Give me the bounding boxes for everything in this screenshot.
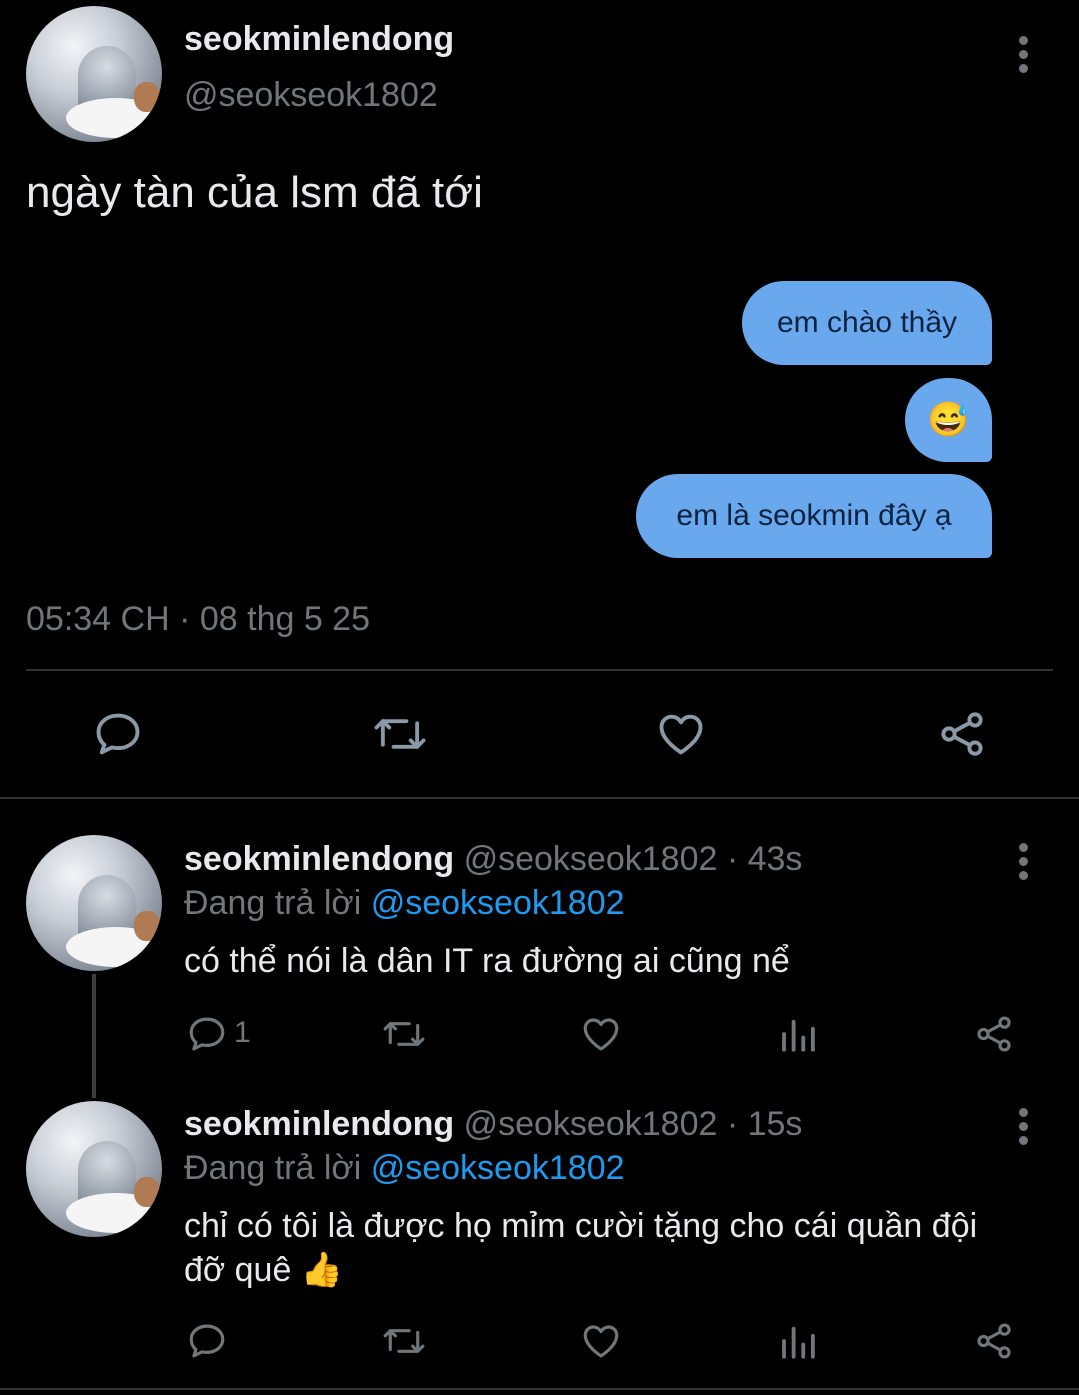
tweet-text: ngày tàn của lsm đã tới	[26, 168, 483, 217]
retweet-icon[interactable]	[370, 708, 430, 760]
reply-text-line: chỉ có tôi là được họ mỉm cười tặng cho …	[184, 1207, 978, 1245]
reply-icon[interactable]	[186, 1320, 228, 1362]
reply-count: 1	[234, 1016, 251, 1049]
replying-to-link[interactable]: @seokseok1802	[371, 884, 625, 922]
more-icon[interactable]	[1019, 843, 1029, 885]
share-icon[interactable]	[936, 708, 988, 760]
chat-bubble: em chào thầy	[742, 281, 992, 365]
retweet-icon[interactable]	[380, 1320, 428, 1362]
replying-to: Đang trả lời @seokseok1802	[184, 1149, 625, 1188]
retweet-icon[interactable]	[380, 1013, 428, 1055]
divider	[26, 669, 1053, 671]
reply-header: seokminlendong @seokseok1802 · 43s	[184, 840, 802, 879]
like-icon[interactable]	[654, 708, 708, 760]
chat-bubble-emoji: 😅	[905, 378, 992, 462]
reply-text-line: đỡ quê 👍	[184, 1251, 344, 1289]
reply-icon[interactable]	[92, 708, 144, 760]
replying-to-link[interactable]: @seokseok1802	[371, 1149, 625, 1187]
views-icon[interactable]	[777, 1320, 819, 1362]
divider	[0, 797, 1079, 799]
avatar[interactable]	[26, 6, 162, 142]
handle-time[interactable]: @seokseok1802 · 15s	[464, 1105, 803, 1143]
more-icon[interactable]	[1019, 36, 1029, 78]
avatar[interactable]	[26, 1101, 162, 1237]
display-name[interactable]: seokminlendong	[184, 20, 454, 59]
handle[interactable]: @seokseok1802	[184, 76, 438, 115]
replying-to: Đang trả lời @seokseok1802	[184, 884, 625, 923]
like-icon[interactable]	[579, 1013, 623, 1055]
avatar[interactable]	[26, 835, 162, 971]
thread-line	[92, 974, 96, 1098]
share-icon[interactable]	[973, 1320, 1015, 1362]
more-icon[interactable]	[1019, 1108, 1029, 1150]
reply-icon[interactable]	[186, 1013, 228, 1055]
replying-prefix: Đang trả lời	[184, 884, 362, 922]
tweet-timestamp[interactable]: 05:34 CH · 08 thg 5 25	[26, 600, 370, 639]
reply-text: có thể nói là dân IT ra đường ai cũng nể	[184, 942, 790, 980]
share-icon[interactable]	[973, 1013, 1015, 1055]
replying-prefix: Đang trả lời	[184, 1149, 362, 1187]
display-name[interactable]: seokminlendong	[184, 1105, 454, 1143]
chat-bubble: em là seokmin đây ạ	[636, 474, 992, 558]
display-name[interactable]: seokminlendong	[184, 840, 454, 878]
views-icon[interactable]	[777, 1013, 819, 1055]
handle-time[interactable]: @seokseok1802 · 43s	[464, 840, 803, 878]
like-icon[interactable]	[579, 1320, 623, 1362]
divider	[0, 1388, 1079, 1390]
reply-header: seokminlendong @seokseok1802 · 15s	[184, 1105, 802, 1144]
